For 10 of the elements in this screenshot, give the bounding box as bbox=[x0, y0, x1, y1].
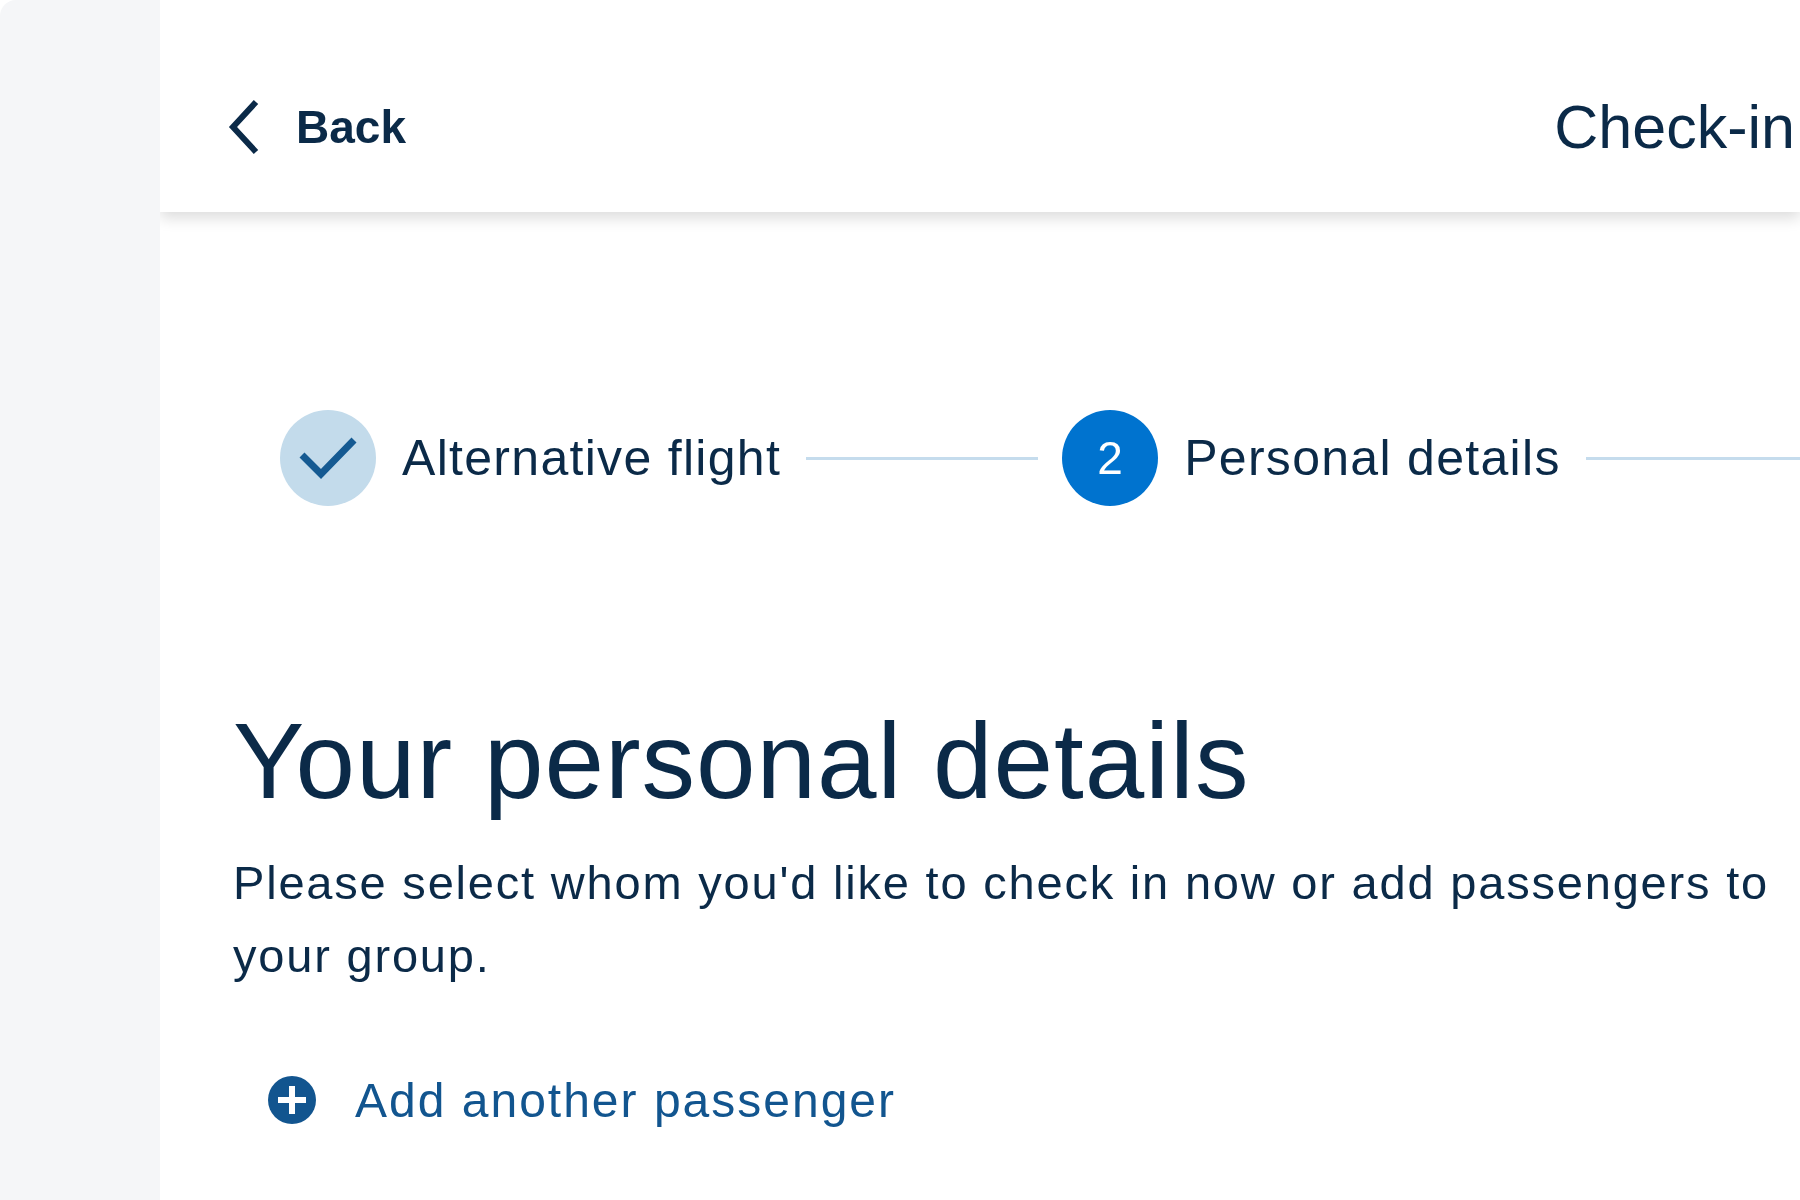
plus-circle-icon bbox=[268, 1076, 316, 1124]
step-label: Alternative flight bbox=[402, 429, 782, 487]
chevron-left-icon bbox=[228, 99, 260, 155]
page-heading: Your personal details bbox=[233, 702, 1250, 820]
page-title: Check-in bbox=[1554, 92, 1795, 162]
intro-text: Please select whom you'd like to check in now or add passengers to your group. bbox=[233, 855, 1770, 984]
back-button[interactable]: Back bbox=[228, 99, 406, 155]
add-passenger-link[interactable]: Add another passenger bbox=[268, 1070, 897, 1130]
step-number: 2 bbox=[1062, 410, 1159, 506]
step-label: Personal details bbox=[1184, 429, 1561, 487]
